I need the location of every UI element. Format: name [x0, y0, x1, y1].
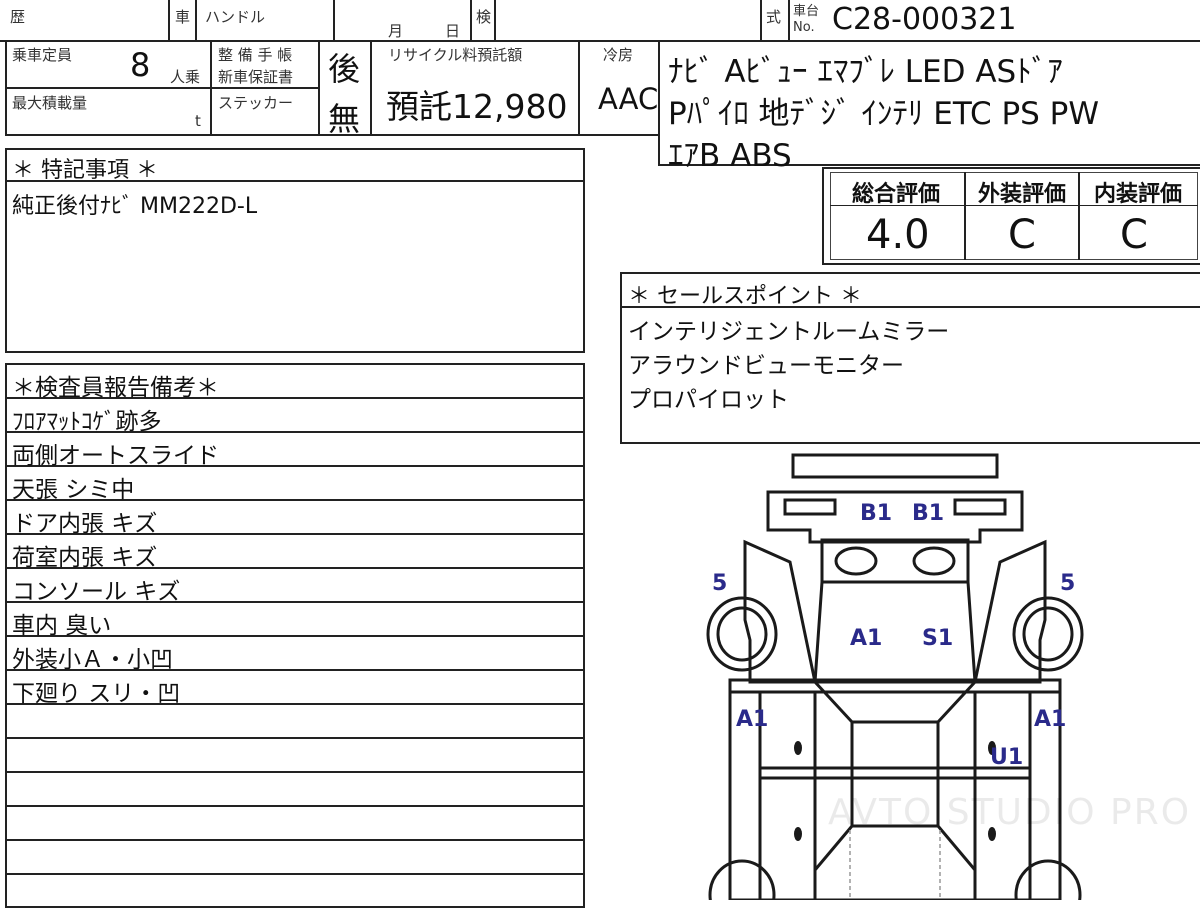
capacity-value: 8 — [130, 46, 151, 84]
type-label: 式 — [766, 8, 782, 26]
mark-hood-right: S1 — [922, 626, 953, 651]
recycle-label: リサイクル料預託額 — [388, 46, 523, 64]
day-label: 日 — [445, 22, 461, 40]
report-row-line — [5, 873, 585, 875]
fog-lamp-right — [912, 546, 956, 576]
car-label: 車 — [175, 8, 191, 26]
mark-front-right: B1 — [912, 501, 944, 526]
overall-rating-label: 総合評価 — [852, 182, 941, 207]
chassis-number: C28-000321 — [832, 2, 1017, 37]
overall-rating-value: 4.0 — [866, 212, 930, 258]
ratings-divider — [1078, 172, 1080, 260]
equipment-line-1: ﾅﾋﾞ Aﾋﾞｭｰ ｴﾏﾌﾞﾚ LED ASﾄﾞｱ — [668, 54, 1063, 90]
mark-front-left: B1 — [860, 501, 892, 526]
ac-label: 冷房 — [603, 46, 634, 64]
sticker-value: 無 — [328, 100, 361, 138]
report-item: 外装小Ａ・小凹 — [12, 647, 173, 673]
report-item: 両側オートスライド — [12, 443, 219, 469]
report-item: ドア内張 キズ — [12, 511, 158, 537]
front-bumper — [791, 453, 999, 479]
exterior-rating-value: C — [1008, 212, 1036, 258]
header-divider — [788, 0, 790, 40]
door-handle — [794, 827, 802, 841]
handle-label: ハンドル — [205, 8, 266, 26]
special-notes-text: 純正後付ﾅﾋﾞ MM222D-L — [12, 194, 258, 219]
sticker-label: ステッカー — [218, 94, 294, 112]
cabin-body — [728, 678, 1062, 900]
header-divider — [760, 0, 762, 40]
sales-point-item: プロパイロット — [628, 387, 789, 413]
report-item: ﾌﾛｱﾏｯﾄｺｹﾞ跡多 — [12, 409, 162, 435]
report-row-line — [5, 737, 585, 739]
sales-points-title: ＊ セールスポイント ＊ — [628, 284, 862, 309]
ratings-divider — [964, 172, 966, 260]
fog-lamp-left — [834, 546, 878, 576]
header-divider — [168, 0, 170, 40]
max-load-label: 最大積載量 — [12, 94, 88, 112]
report-row-line — [5, 839, 585, 841]
report-row-line — [5, 805, 585, 807]
history-label: 歴 — [10, 8, 26, 26]
special-notes-title: ＊ 特記事項 ＊ — [12, 158, 158, 183]
equipment-line-2: Pﾊﾟｲﾛ 地ﾃﾞｼﾞ ｲﾝﾃﾘ ETC PS PW — [668, 96, 1100, 132]
header-divider — [470, 0, 472, 40]
mark-hood-left: A1 — [850, 626, 882, 651]
interior-rating-value: C — [1120, 212, 1148, 258]
sales-point-item: インテリジェントルームミラー — [628, 319, 950, 345]
report-row-line — [5, 771, 585, 773]
mark-right-door-lower: U1 — [990, 745, 1023, 770]
chassis-label-top: 車台 — [793, 4, 820, 19]
mark-left-door: A1 — [736, 707, 768, 732]
inspection-label: 検 — [476, 8, 492, 26]
header-divider — [494, 0, 496, 40]
month-label: 月 — [388, 22, 404, 40]
header-divider — [195, 0, 197, 40]
capacity-label: 乗車定員 — [12, 46, 73, 64]
rear-right-wheel — [1014, 859, 1082, 900]
exterior-rating-label: 外装評価 — [978, 182, 1067, 207]
specs-divider — [210, 40, 212, 136]
report-item: 天張 シミ中 — [12, 477, 135, 503]
specs-divider — [370, 40, 372, 136]
mark-right-door: A1 — [1034, 707, 1066, 732]
specs-divider — [318, 40, 320, 136]
door-handle — [794, 741, 802, 755]
inspector-report-title: ＊検査員報告備考＊ — [12, 375, 219, 401]
chassis-label-bottom: No. — [793, 20, 815, 35]
watermark: AVTO STUDIO PRO — [828, 792, 1192, 833]
interior-rating-label: 内装評価 — [1094, 182, 1183, 207]
grille — [820, 538, 970, 584]
mark-left-fender: 5 — [712, 571, 727, 596]
capacity-unit: 人乗 — [170, 68, 201, 86]
report-item: 下廻り スリ・凹 — [12, 681, 181, 707]
maintenance-label-2: 新車保証書 — [218, 68, 294, 86]
maintenance-value: 後 — [328, 50, 361, 88]
report-item: コンソール キズ — [12, 579, 181, 605]
max-load-unit: t — [195, 112, 201, 130]
rear-left-wheel — [708, 859, 776, 900]
maintenance-label-1: 整 備 手 帳 — [218, 46, 293, 64]
recycle-value: 預託12,980 — [386, 87, 568, 126]
report-item: 荷室内張 キズ — [12, 545, 158, 571]
ac-value: AAC — [598, 82, 659, 116]
right-headlight — [953, 498, 1007, 516]
mark-right-fender: 5 — [1060, 571, 1075, 596]
header-divider — [333, 0, 335, 40]
report-item: 車内 臭い — [12, 613, 112, 639]
left-headlight — [783, 498, 837, 516]
specs-divider — [5, 87, 320, 89]
specs-divider — [578, 40, 580, 136]
sales-point-item: アラウンドビューモニター — [628, 353, 904, 379]
equipment-line-3: ｴｱB ABS — [668, 138, 792, 174]
